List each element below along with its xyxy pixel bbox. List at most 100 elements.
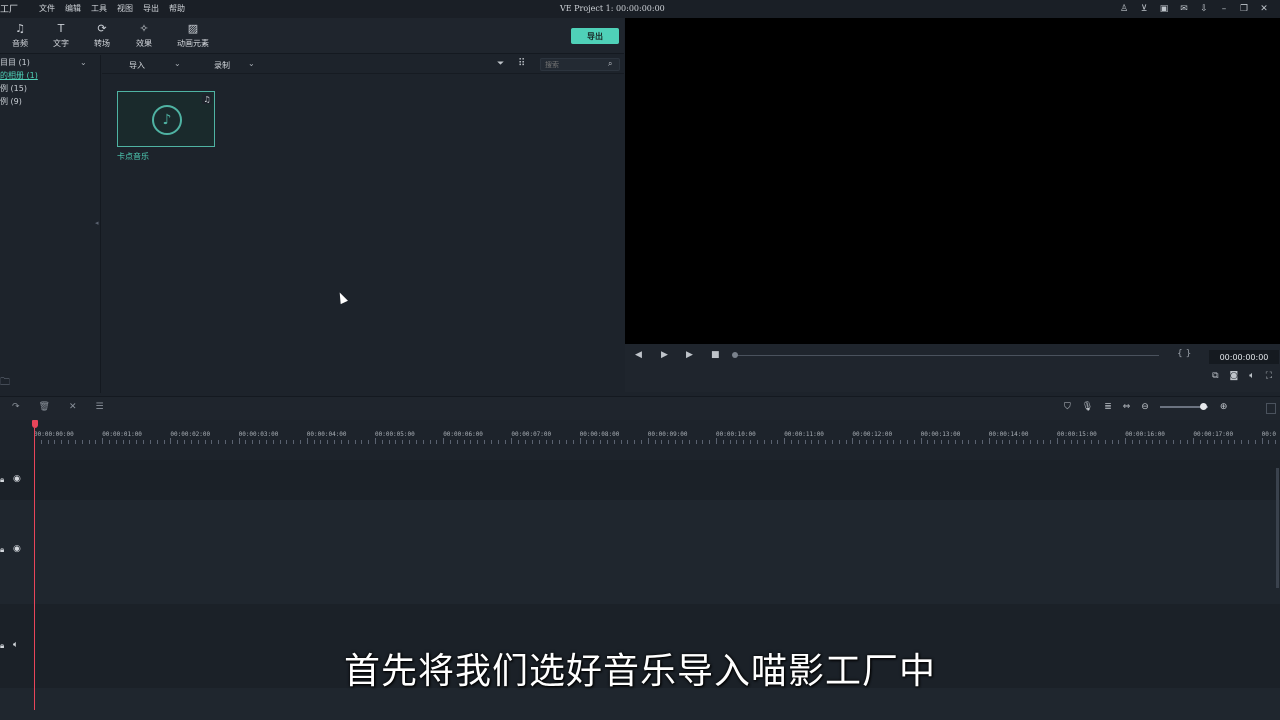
tool-text[interactable]: T 文字 xyxy=(53,22,69,49)
maximize-icon[interactable]: ❐ xyxy=(1238,3,1250,15)
menu-edit[interactable]: 编辑 xyxy=(65,3,81,14)
ruler-tick xyxy=(143,440,145,444)
ruler-tick xyxy=(620,440,622,444)
ruler-label: 00:00:12:00 xyxy=(852,431,893,438)
playback-slider[interactable] xyxy=(735,355,1159,356)
redo-icon[interactable]: ↷ xyxy=(12,402,20,412)
menu-help[interactable]: 帮助 xyxy=(169,3,185,14)
import-chevron-icon[interactable]: ⌄ xyxy=(174,59,181,68)
ruler-label: 00:00:05:00 xyxy=(375,431,415,438)
account-icon[interactable]: ♙ xyxy=(1118,3,1130,15)
sidebar-item-sample-1[interactable]: 例 (15) xyxy=(0,83,27,94)
mark-in-out[interactable]: { } xyxy=(1177,349,1191,359)
next-frame-icon[interactable]: ▶ xyxy=(661,350,668,360)
sidebar-item-project[interactable]: 目目 (1) xyxy=(0,57,30,68)
minimize-icon[interactable]: – xyxy=(1218,3,1230,15)
title-bar: 工厂 文件 编辑 工具 视图 导出 帮助 VE Project 1: 00:00… xyxy=(0,0,1280,18)
sidebar-item-sample-2[interactable]: 例 (9) xyxy=(0,96,22,107)
ruler-tick xyxy=(1152,440,1154,444)
prev-frame-icon[interactable]: ◀ xyxy=(635,350,642,360)
zoom-in-icon[interactable]: ⊕ xyxy=(1220,402,1228,412)
eye-icon[interactable]: ◉ xyxy=(13,544,21,554)
collapse-handle-icon[interactable]: ◂ xyxy=(95,219,99,227)
export-button[interactable]: 导出 xyxy=(571,28,619,44)
ruler-tick xyxy=(443,438,445,444)
tool-audio[interactable]: ♫ 音频 xyxy=(12,22,28,49)
ruler-tick xyxy=(716,438,717,444)
media-clip[interactable]: ♪ ♫ xyxy=(117,91,215,147)
playhead-handle[interactable] xyxy=(32,420,38,428)
menu-export[interactable]: 导出 xyxy=(143,3,159,14)
record-chevron-icon[interactable]: ⌄ xyxy=(248,59,255,68)
ruler-label: 00:00:01:00 xyxy=(102,431,142,438)
mic-icon[interactable]: 🎙︎ xyxy=(1082,402,1093,412)
ruler-tick xyxy=(361,440,363,444)
ruler-tick xyxy=(565,440,567,444)
tool-elements-label: 动画元素 xyxy=(177,39,209,48)
new-folder-icon[interactable]: 🗀 xyxy=(0,375,10,392)
ruler-tick xyxy=(334,440,336,444)
sidebar-item-album[interactable]: 的相册 (1) xyxy=(0,70,38,81)
fullscreen-icon[interactable]: ⛶ xyxy=(1266,371,1272,381)
ruler-tick xyxy=(231,440,233,444)
close-icon[interactable]: ✕ xyxy=(1258,3,1270,15)
playback-knob[interactable] xyxy=(732,352,738,358)
fit-icon[interactable]: ⇔ xyxy=(1123,402,1131,412)
cart-icon[interactable]: ⊻ xyxy=(1138,3,1150,15)
ruler-tick xyxy=(777,440,779,444)
ruler-tick xyxy=(74,440,76,444)
mixer-icon[interactable]: ≣ xyxy=(1104,402,1112,412)
transition-icon: ⟳ xyxy=(97,22,107,35)
timeline-ruler[interactable]: 00:00:00:00 00:00:01:00 00:00:02:00 00:00:0… xyxy=(0,420,1280,444)
play-icon[interactable]: ▶ xyxy=(686,350,693,360)
panel-toggle-icon[interactable] xyxy=(1266,403,1276,414)
stop-icon[interactable]: ■ xyxy=(711,350,720,360)
camera-icon[interactable]: ◙ xyxy=(1230,371,1239,381)
music-note-icon: ♪ xyxy=(152,105,182,135)
media-toolbar: ♫ 音频 T 文字 ⟳ 转场 ✧ 效果 ▨ 动画元素 导出 xyxy=(0,18,624,54)
import-button[interactable]: 导入 xyxy=(129,60,145,71)
tool-text-label: 文字 xyxy=(53,39,69,48)
download-icon[interactable]: ⇩ xyxy=(1198,3,1210,15)
delete-icon[interactable]: 🗑︎ xyxy=(39,402,50,412)
ruler-tick xyxy=(409,440,411,444)
track-area[interactable] xyxy=(35,500,1280,604)
filter-icon[interactable]: ⏷ xyxy=(497,59,504,69)
ruler-tick xyxy=(770,440,772,444)
track-area[interactable] xyxy=(35,460,1280,500)
ruler-tick xyxy=(866,440,868,444)
tool-transition[interactable]: ⟳ 转场 xyxy=(94,22,110,49)
ruler-tick xyxy=(1043,440,1045,444)
ruler-tick xyxy=(177,440,179,444)
eye-icon[interactable]: ◉ xyxy=(13,474,21,484)
adjust-icon[interactable]: ☰ xyxy=(96,402,104,412)
ruler-tick xyxy=(797,440,799,444)
ruler-tick xyxy=(545,440,547,444)
zoom-knob[interactable] xyxy=(1199,403,1207,410)
tool-elements[interactable]: ▨ 动画元素 xyxy=(177,22,209,49)
lock-icon[interactable]: 🔒︎ xyxy=(0,475,4,485)
grid-view-icon[interactable]: ⠿ xyxy=(518,58,525,69)
menu-file[interactable]: 文件 xyxy=(39,3,55,14)
save-icon[interactable]: ▣ xyxy=(1158,3,1170,15)
zoom-slider[interactable] xyxy=(1159,403,1208,410)
ruler-label: 00:00:11:00 xyxy=(784,431,824,438)
record-button[interactable]: 录制 xyxy=(214,60,230,71)
marker-icon[interactable]: ⛉ xyxy=(1064,402,1071,412)
mail-icon[interactable]: ✉ xyxy=(1178,3,1190,15)
zoom-out-icon[interactable]: ⊖ xyxy=(1141,402,1149,412)
ruler-tick xyxy=(136,440,138,444)
timeline-scrollbar[interactable] xyxy=(1276,468,1279,588)
ruler-tick xyxy=(1166,440,1168,444)
menu-view[interactable]: 视图 xyxy=(117,3,133,14)
search-icon[interactable]: ⌕ xyxy=(608,59,612,69)
menu-tools[interactable]: 工具 xyxy=(91,3,107,14)
cut-icon[interactable]: ✕ xyxy=(69,402,77,412)
ruler-tick xyxy=(463,440,465,444)
tool-effects[interactable]: ✧ 效果 xyxy=(136,22,152,49)
ruler-tick xyxy=(538,440,540,444)
volume-icon[interactable]: 🔈︎ xyxy=(1249,371,1254,381)
display-settings-icon[interactable]: ⧉ xyxy=(1212,371,1218,381)
lock-icon[interactable]: 🔒︎ xyxy=(0,545,4,555)
chevron-down-icon[interactable]: ⌄ xyxy=(80,58,87,67)
